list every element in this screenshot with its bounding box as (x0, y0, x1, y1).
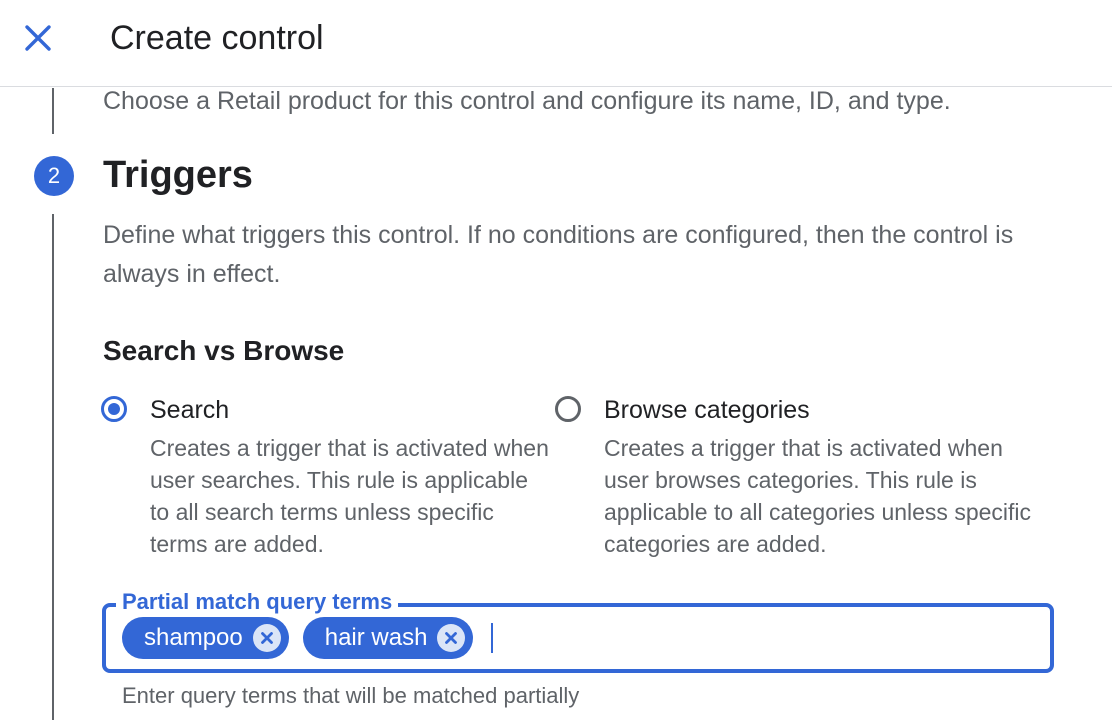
query-term-chip[interactable]: shampoo (122, 617, 289, 659)
search-radio-description: Creates a trigger that is activated when… (150, 435, 549, 557)
chip-remove-icon[interactable] (252, 624, 281, 652)
chip-remove-icon[interactable] (437, 624, 466, 652)
step-description: Define what triggers this control. If no… (103, 221, 1014, 288)
dialog-header: Create control (0, 0, 1112, 87)
step-connector-line (52, 88, 54, 134)
partial-match-query-terms-label: Partial match query terms (116, 588, 399, 616)
step-connector-line (52, 214, 54, 720)
browse-categories-radio-label: Browse categories (604, 396, 810, 424)
close-icon (25, 25, 51, 51)
query-term-chips: shampoo hair wash (122, 617, 494, 659)
browse-categories-radio-description: Creates a trigger that is activated when… (604, 435, 1032, 557)
close-button[interactable] (18, 18, 58, 58)
previous-step-description: Choose a Retail product for this control… (103, 87, 951, 115)
query-term-chip[interactable]: hair wash (302, 617, 474, 659)
chip-label: hair wash (324, 624, 428, 651)
search-vs-browse-heading: Search vs Browse (103, 335, 345, 366)
text-input-caret[interactable] (491, 623, 494, 653)
chip-label: shampoo (144, 624, 243, 651)
step-title: Triggers (103, 154, 253, 196)
browse-categories-radio-button[interactable] (555, 396, 581, 422)
search-radio-button[interactable] (101, 396, 127, 422)
field-helper-text: Enter query terms that will be matched p… (122, 683, 580, 708)
page-title: Create control (110, 19, 324, 57)
step-number-badge: 2 (34, 156, 74, 196)
search-radio-label: Search (150, 396, 230, 424)
